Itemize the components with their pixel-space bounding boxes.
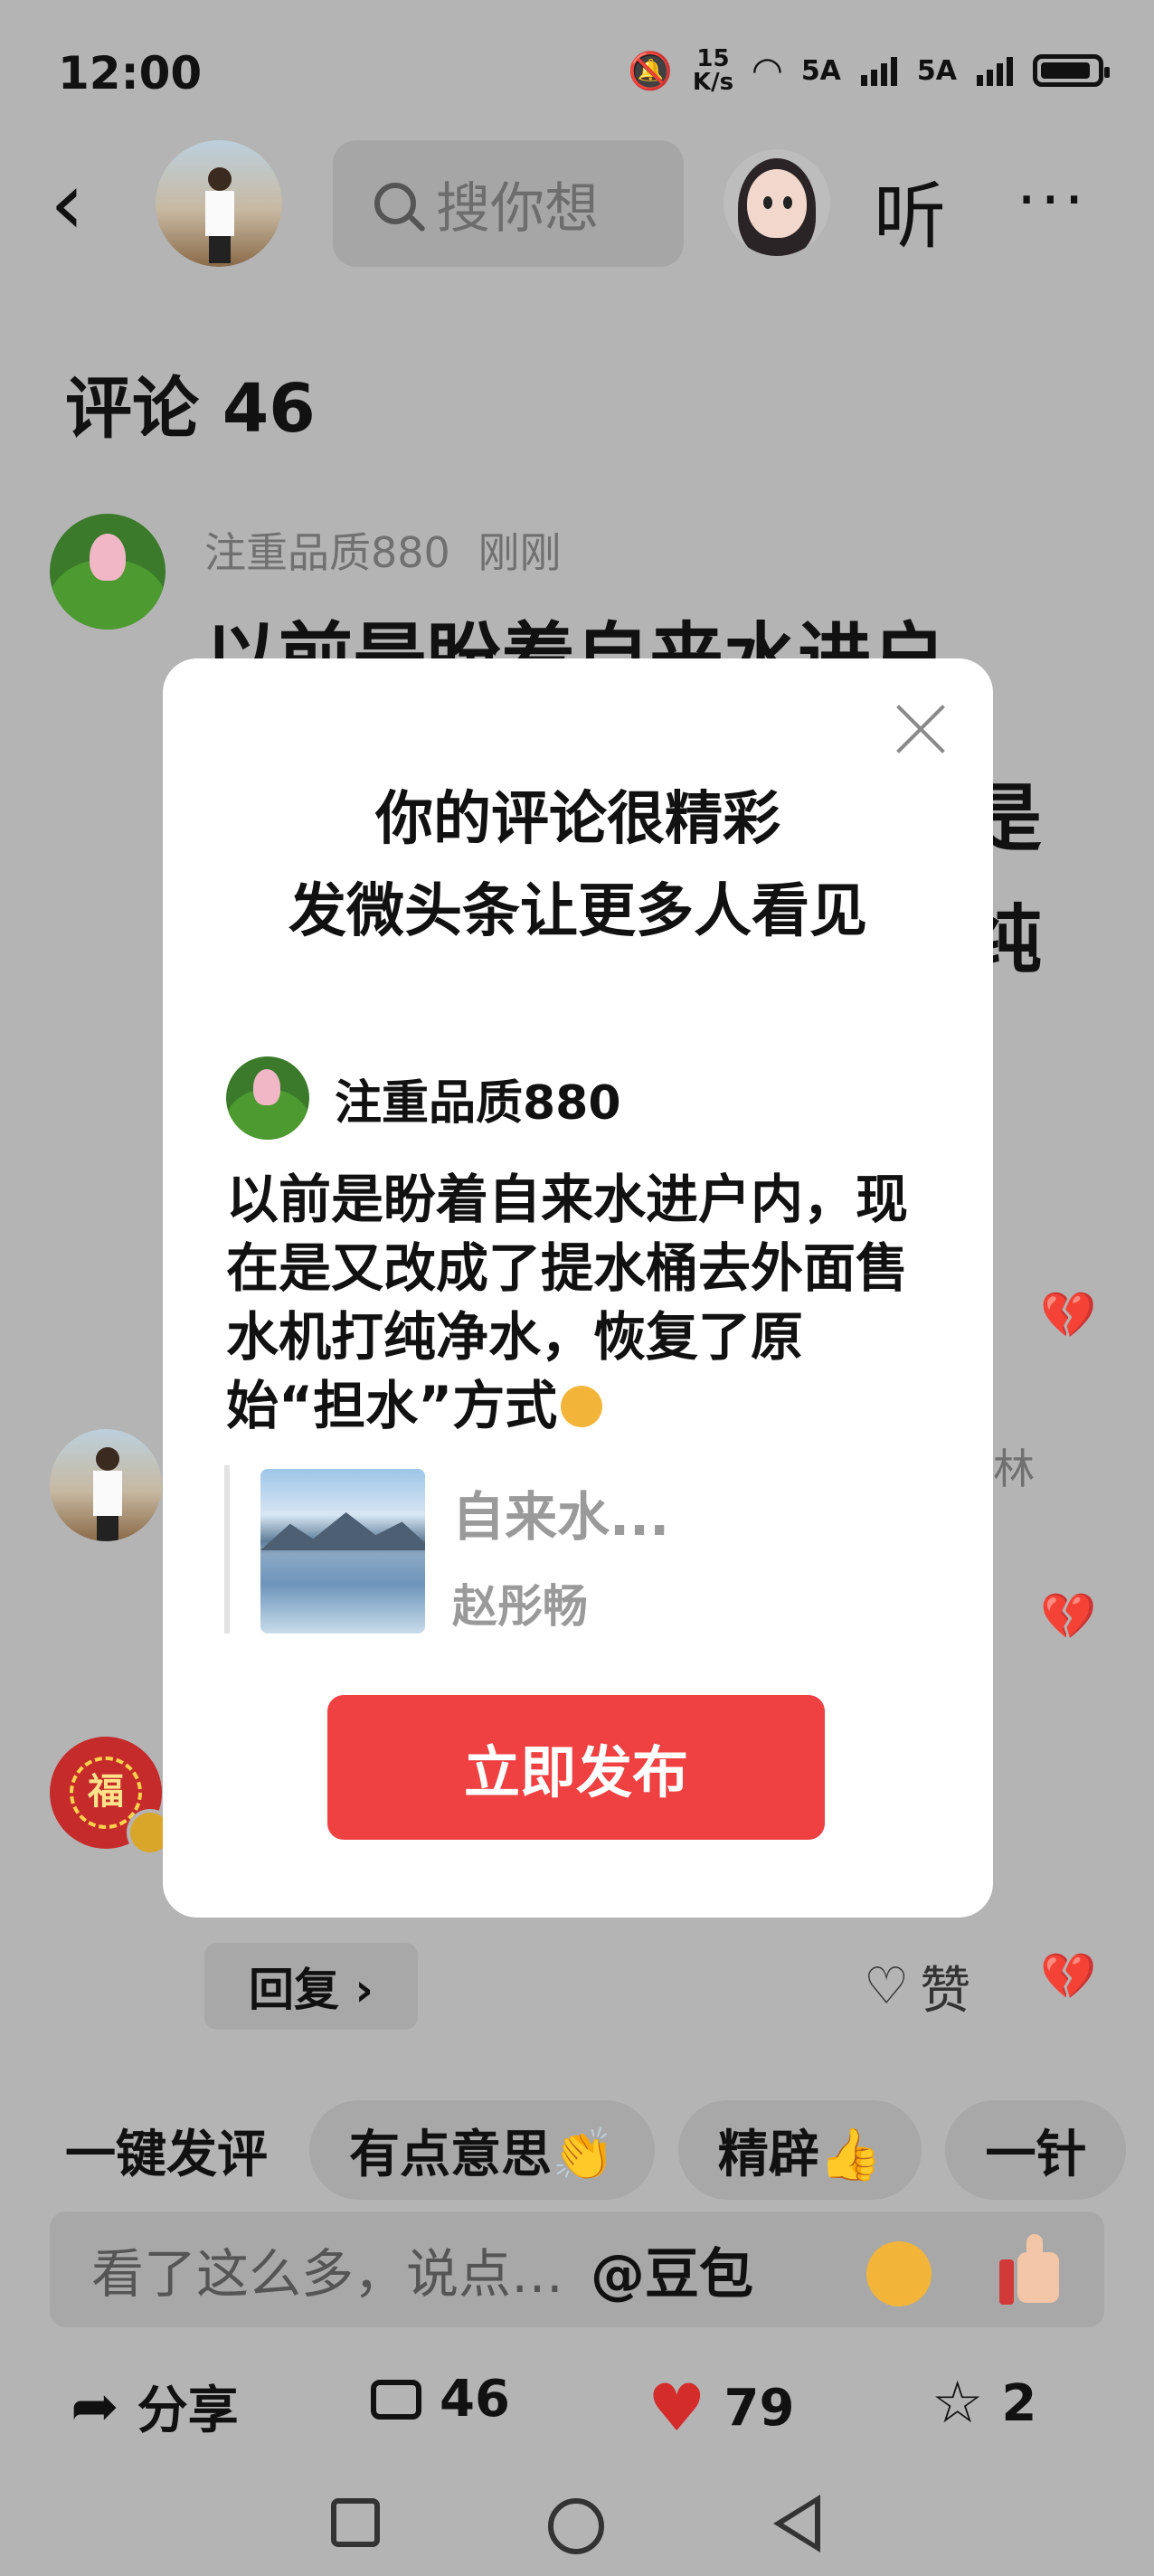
wifi-icon: ◠ xyxy=(753,50,781,91)
search-icon xyxy=(374,183,416,224)
network-speed: 15 K/s xyxy=(693,47,733,94)
mute-icon: 🔕 xyxy=(628,50,673,92)
mention-doubao[interactable]: @豆包 xyxy=(591,2230,753,2309)
favorite-button[interactable]: ☆ 2 xyxy=(932,2370,1036,2437)
quick-comment-chip[interactable]: 有点意思👏 xyxy=(309,2100,655,2200)
dialog-author-avatar xyxy=(226,1056,309,1140)
quoted-article-title: 自来水... xyxy=(452,1486,670,1548)
quick-comment-label: 一键发评 xyxy=(65,2125,268,2184)
more-button[interactable]: ··· xyxy=(1017,163,1088,237)
quoted-article-author: 赵彤畅 xyxy=(452,1580,588,1633)
commenter-name[interactable]: 注重品质880 xyxy=(204,528,450,577)
dialog-title-line1: 你的评论很精彩 xyxy=(375,786,780,853)
comment-input-placeholder: 看了这么多，说点… xyxy=(91,2243,564,2305)
commenter-avatar[interactable] xyxy=(50,514,166,630)
action-bar: ➦ 分享 46 ♥ 79 ☆ 2 xyxy=(0,2370,1154,2460)
publish-button[interactable]: 立即发布 xyxy=(327,1695,825,1840)
comments-button[interactable]: 46 xyxy=(371,2370,510,2429)
battery-icon xyxy=(1033,54,1110,87)
commenter-name-fragment: 林 xyxy=(993,1444,1035,1493)
likes-count: 79 xyxy=(724,2378,795,2438)
like-button[interactable]: ♡ 赞 xyxy=(864,1950,970,2023)
like-label: 赞 xyxy=(920,1962,971,2021)
listen-button[interactable]: 听 xyxy=(874,158,946,263)
network-type-2: 5A xyxy=(916,54,957,87)
system-back-inner xyxy=(783,2504,815,2543)
share-button[interactable]: ➦ 分享 xyxy=(71,2370,239,2443)
favorites-count: 2 xyxy=(1001,2373,1037,2433)
search-bar[interactable]: 搜你想 xyxy=(333,140,684,267)
dialog-title-line2: 发微头条让更多人看见 xyxy=(288,878,867,945)
recent-apps-button[interactable] xyxy=(331,2498,380,2547)
comments-title: 评论 46 xyxy=(65,370,316,448)
dislike-icon[interactable]: 💔 xyxy=(1040,1590,1096,1643)
thumbs-up-emoji-icon[interactable] xyxy=(999,2234,1063,2306)
dislike-icon[interactable]: 💔 xyxy=(1040,1289,1096,1342)
dialog-author-name: 注重品质880 xyxy=(335,1075,621,1131)
back-button[interactable]: ‹ xyxy=(50,154,104,253)
ai-assistant-avatar[interactable] xyxy=(724,149,830,256)
dialog-author: 注重品质880 xyxy=(226,1056,621,1140)
comment-time: 刚刚 xyxy=(478,528,562,577)
status-icons: 🔕 15 K/s ◠ 5A 5A xyxy=(628,47,1110,94)
close-icon[interactable] xyxy=(894,702,948,756)
quoted-article[interactable]: 自来水... 赵彤畅 xyxy=(224,1465,772,1634)
quick-comment-chip[interactable]: 精辟👍 xyxy=(677,2100,922,2200)
publish-dialog: 你的评论很精彩 发微头条让更多人看见 注重品质880 以前是盼着自来水进户内，现… xyxy=(163,658,993,1918)
heart-filled-icon: ♥ xyxy=(648,2370,706,2446)
share-label: 分享 xyxy=(137,2382,239,2440)
home-button[interactable] xyxy=(548,2498,604,2554)
network-type-1: 5A xyxy=(800,54,841,87)
comment-bubble-icon xyxy=(371,2379,421,2420)
commenter-avatar[interactable] xyxy=(50,1429,162,1541)
signal-icon-1 xyxy=(860,55,897,86)
speed-unit: K/s xyxy=(692,69,734,96)
comment-input[interactable]: 看了这么多，说点… @豆包 xyxy=(50,2211,1104,2327)
quick-comment-row: 一键发评 有点意思👏 精辟👍 一针 xyxy=(0,2100,1154,2200)
status-time: 12:00 xyxy=(58,47,203,99)
grin-emoji-icon xyxy=(561,1386,603,1427)
signal-icon-2 xyxy=(977,55,1013,86)
article-thumbnail xyxy=(260,1469,425,1634)
share-icon: ➦ xyxy=(71,2372,119,2440)
quick-comment-chip[interactable]: 一针 xyxy=(945,2100,1127,2200)
search-placeholder: 搜你想 xyxy=(436,176,599,241)
emoji-grin-icon[interactable] xyxy=(866,2241,932,2306)
comment-meta: 注重品质880 刚刚 xyxy=(204,520,561,580)
like-post-button[interactable]: ♥ 79 xyxy=(648,2370,794,2446)
comments-count: 46 xyxy=(440,2370,510,2429)
dialog-comment-body: 以前是盼着自来水进户内，现在是又改成了提水桶去外面售水机打纯净水，恢复了原始“担… xyxy=(226,1165,941,1440)
reply-button[interactable]: 回复 › xyxy=(204,1943,418,2030)
speed-value: 15 xyxy=(696,45,730,72)
dislike-icon[interactable]: 💔 xyxy=(1040,1950,1096,2003)
heart-outline-icon: ♡ xyxy=(864,1957,910,2016)
star-icon: ☆ xyxy=(932,2370,984,2437)
author-avatar[interactable] xyxy=(156,140,282,267)
